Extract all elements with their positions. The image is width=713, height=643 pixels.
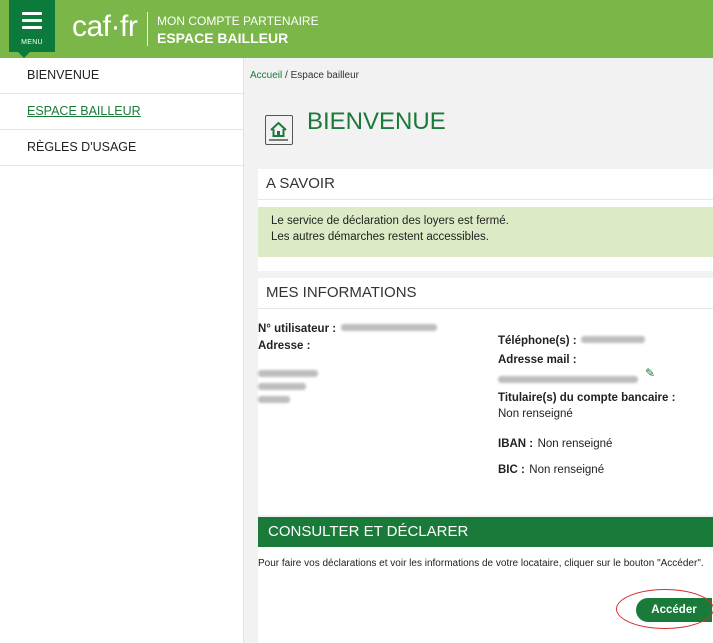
- menu-button[interactable]: MENU: [9, 0, 55, 52]
- app-header: MENU caf·fr MON COMPTE PARTENAIRE ESPACE…: [0, 0, 713, 58]
- iban-value: Non renseigné: [537, 438, 613, 450]
- mes-informations-title: MES INFORMATIONS: [258, 278, 713, 309]
- sidebar-item-espace-bailleur[interactable]: ESPACE BAILLEUR: [0, 94, 243, 130]
- bic-row: BIC : Non renseigné: [498, 460, 604, 478]
- header-subtitle: MON COMPTE PARTENAIRE: [157, 14, 319, 28]
- home-icon: [265, 115, 293, 145]
- hamburger-icon: [22, 12, 42, 33]
- bic-value: Non renseigné: [529, 464, 605, 476]
- email-value: [498, 376, 638, 384]
- bic-label: BIC :: [498, 464, 525, 476]
- caf-logo[interactable]: caf·fr: [72, 11, 138, 43]
- breadcrumb: Accueil / Espace bailleur: [250, 70, 359, 81]
- iban-row: IBAN : Non renseigné: [498, 434, 612, 452]
- sidebar-item-bienvenue[interactable]: BIENVENUE: [0, 58, 243, 94]
- account-holder-value: Non renseigné: [498, 408, 573, 420]
- user-number-value: [340, 324, 437, 332]
- phone-label: Téléphone(s) :: [498, 335, 577, 347]
- page-title: BIENVENUE: [307, 108, 446, 135]
- user-number-row: N° utilisateur :: [258, 319, 437, 337]
- a-savoir-title: A SAVOIR: [258, 169, 713, 200]
- address-value: [258, 370, 378, 403]
- main-content: Accueil / Espace bailleur BIENVENUE A SA…: [250, 58, 713, 643]
- edit-email-icon[interactable]: ✎: [645, 366, 655, 380]
- email-row: [498, 371, 638, 389]
- notice-box: Le service de déclaration des loyers est…: [258, 207, 713, 257]
- mes-informations-card: MES INFORMATIONS N° utilisateur : Adress…: [258, 278, 713, 515]
- notice-line-1: Le service de déclaration des loyers est…: [271, 215, 509, 227]
- sidebar-item-regles-usage[interactable]: RÈGLES D'USAGE: [0, 130, 243, 166]
- account-holder-label: Titulaire(s) du compte bancaire :: [498, 392, 676, 404]
- address-label: Adresse :: [258, 340, 311, 352]
- a-savoir-card: A SAVOIR Le service de déclaration des l…: [258, 169, 713, 271]
- highlight-ring: [616, 589, 713, 629]
- sidebar: BIENVENUE ESPACE BAILLEUR RÈGLES D'USAGE: [0, 58, 244, 643]
- breadcrumb-home-link[interactable]: Accueil: [250, 70, 282, 81]
- header-title: ESPACE BAILLEUR: [157, 30, 289, 46]
- menu-label: MENU: [21, 39, 43, 46]
- email-label: Adresse mail :: [498, 354, 577, 366]
- header-divider: [147, 12, 148, 46]
- phone-value: [581, 336, 646, 344]
- consulter-text: Pour faire vos déclarations et voir les …: [258, 558, 704, 569]
- iban-label: IBAN :: [498, 438, 534, 450]
- consulter-title: CONSULTER ET DÉCLARER: [258, 517, 713, 547]
- breadcrumb-current: Espace bailleur: [290, 70, 359, 81]
- breadcrumb-separator: /: [282, 70, 291, 81]
- user-number-label: N° utilisateur :: [258, 323, 337, 335]
- phone-row: Téléphone(s) :: [498, 331, 646, 349]
- notice-line-2: Les autres démarches restent accessibles…: [271, 231, 489, 243]
